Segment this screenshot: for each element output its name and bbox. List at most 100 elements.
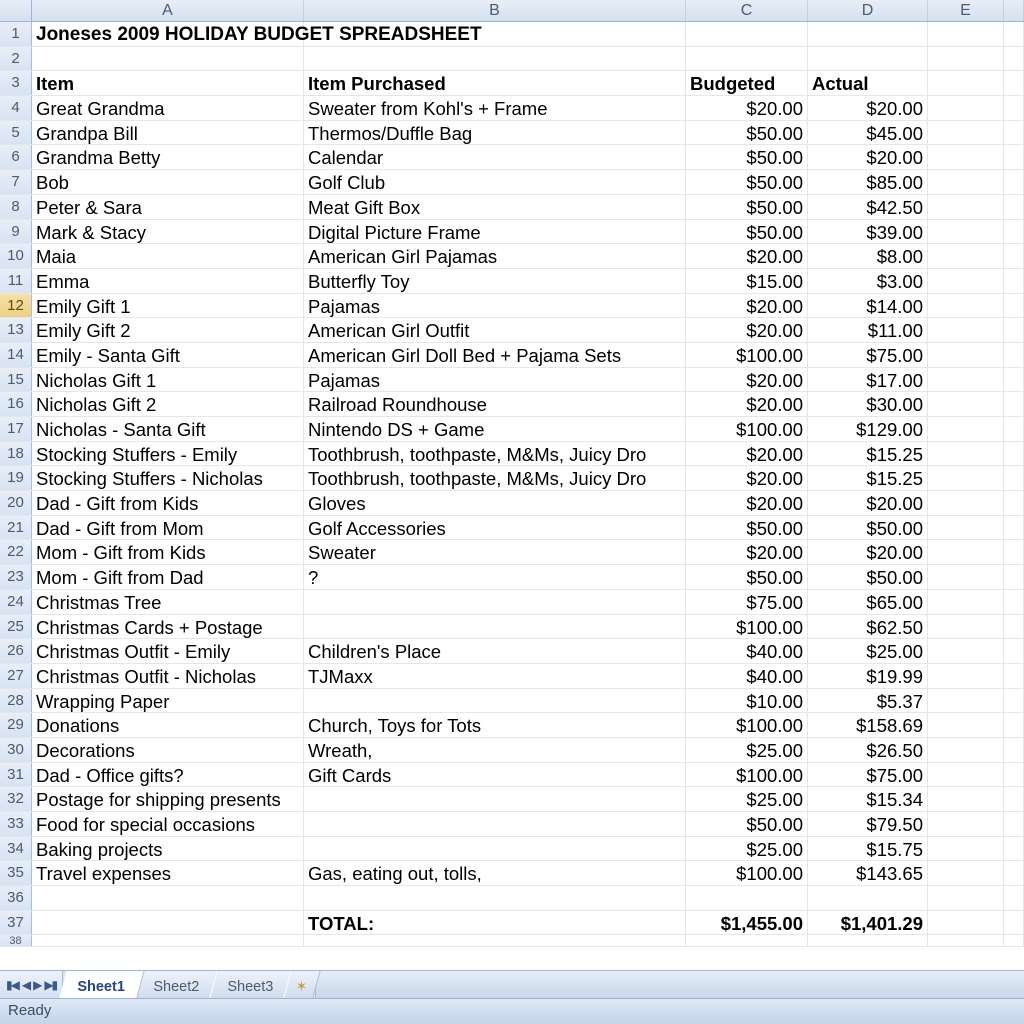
cell-actual[interactable]: $20.00 [808,96,928,120]
cell-budgeted[interactable]: $20.00 [686,540,808,564]
cell-purchased[interactable]: Gas, eating out, tolls, [304,861,686,885]
cell-actual[interactable]: $25.00 [808,639,928,663]
cell-budgeted[interactable]: $25.00 [686,738,808,762]
cell-item[interactable]: Nicholas - Santa Gift [32,417,304,441]
cell-item[interactable]: Christmas Cards + Postage [32,615,304,639]
cell-actual[interactable]: $75.00 [808,763,928,787]
cell-budgeted[interactable]: $10.00 [686,689,808,713]
cell-purchased[interactable]: Digital Picture Frame [304,220,686,244]
row-header[interactable]: 7 [0,170,32,194]
row-header[interactable]: 8 [0,195,32,219]
cell-actual[interactable]: $50.00 [808,565,928,589]
nav-prev-icon[interactable]: ◀ [22,978,29,992]
cell-actual[interactable]: $20.00 [808,491,928,515]
row-header[interactable]: 16 [0,392,32,416]
row-header[interactable]: 20 [0,491,32,515]
row-header[interactable]: 37 [0,911,32,935]
cell-actual[interactable]: $75.00 [808,343,928,367]
cell-budgeted[interactable]: $20.00 [686,466,808,490]
cell-purchased[interactable]: Toothbrush, toothpaste, M&Ms, Juicy Dro [304,466,686,490]
cell-purchased[interactable]: Meat Gift Box [304,195,686,219]
row-header[interactable]: 25 [0,615,32,639]
row-header[interactable]: 5 [0,121,32,145]
cell-purchased[interactable]: Gift Cards [304,763,686,787]
header-item[interactable]: Item [32,71,304,95]
cell-actual[interactable]: $11.00 [808,318,928,342]
cell-budgeted[interactable]: $50.00 [686,220,808,244]
row-header[interactable]: 33 [0,812,32,836]
cell-actual[interactable]: $26.50 [808,738,928,762]
cell-item[interactable]: Bob [32,170,304,194]
cell-budgeted[interactable]: $20.00 [686,392,808,416]
cell-budgeted[interactable]: $50.00 [686,121,808,145]
cell-item[interactable]: Emma [32,269,304,293]
total-actual[interactable]: $1,401.29 [808,911,928,935]
header-actual[interactable]: Actual [808,71,928,95]
cell-budgeted[interactable]: $20.00 [686,318,808,342]
row-header[interactable]: 18 [0,442,32,466]
row-header[interactable]: 21 [0,516,32,540]
row-header[interactable]: 15 [0,368,32,392]
cell-budgeted[interactable]: $20.00 [686,96,808,120]
row-header[interactable]: 38 [0,935,32,946]
nav-next-icon[interactable]: ▶ [33,978,40,992]
cell-actual[interactable]: $15.25 [808,442,928,466]
cell-purchased[interactable]: ? [304,565,686,589]
cell-actual[interactable]: $129.00 [808,417,928,441]
cell-purchased[interactable] [304,812,686,836]
cell-purchased[interactable] [304,590,686,614]
cell-item[interactable]: Maia [32,244,304,268]
cell-purchased[interactable] [304,615,686,639]
cell-purchased[interactable]: Nintendo DS + Game [304,417,686,441]
cell-budgeted[interactable]: $100.00 [686,343,808,367]
cell-purchased[interactable]: Pajamas [304,368,686,392]
row-header[interactable]: 17 [0,417,32,441]
total-budgeted[interactable]: $1,455.00 [686,911,808,935]
row-header[interactable]: 9 [0,220,32,244]
cell-budgeted[interactable]: $100.00 [686,615,808,639]
cell-purchased[interactable]: TJMaxx [304,664,686,688]
cell-actual[interactable]: $20.00 [808,540,928,564]
cell-actual[interactable]: $20.00 [808,145,928,169]
cell-item[interactable]: Christmas Tree [32,590,304,614]
cell-purchased[interactable]: American Girl Doll Bed + Pajama Sets [304,343,686,367]
cell-purchased[interactable]: Church, Toys for Tots [304,713,686,737]
cell-item[interactable]: Emily - Santa Gift [32,343,304,367]
cell-item[interactable]: Emily Gift 2 [32,318,304,342]
nav-first-icon[interactable]: ▮◀ [6,978,18,992]
cell-actual[interactable]: $14.00 [808,294,928,318]
cell-item[interactable]: Mark & Stacy [32,220,304,244]
header-purchased[interactable]: Item Purchased [304,71,686,95]
row-header[interactable]: 6 [0,145,32,169]
cell-budgeted[interactable]: $50.00 [686,170,808,194]
cell-purchased[interactable]: Butterfly Toy [304,269,686,293]
cell-purchased[interactable] [304,787,686,811]
row-header[interactable]: 29 [0,713,32,737]
cell-actual[interactable]: $45.00 [808,121,928,145]
cell-budgeted[interactable]: $100.00 [686,713,808,737]
cell-actual[interactable]: $3.00 [808,269,928,293]
cell-budgeted[interactable]: $75.00 [686,590,808,614]
cell-budgeted[interactable]: $20.00 [686,244,808,268]
column-header-D[interactable]: D [808,0,928,21]
row-header[interactable]: 35 [0,861,32,885]
cell-actual[interactable]: $39.00 [808,220,928,244]
tab-sheet3[interactable]: Sheet3 [209,971,292,998]
cell-budgeted[interactable]: $50.00 [686,565,808,589]
row-header[interactable]: 31 [0,763,32,787]
cell-budgeted[interactable]: $50.00 [686,812,808,836]
row-header[interactable]: 12 [0,294,32,318]
grid-body[interactable]: 1 Joneses 2009 HOLIDAY BUDGET SPREADSHEE… [0,22,1024,962]
cell-item[interactable]: Peter & Sara [32,195,304,219]
row-header[interactable]: 2 [0,47,32,71]
cell-budgeted[interactable]: $50.00 [686,516,808,540]
cell-purchased[interactable]: Golf Club [304,170,686,194]
cell-budgeted[interactable]: $15.00 [686,269,808,293]
row-header[interactable]: 4 [0,96,32,120]
cell-item[interactable]: Grandpa Bill [32,121,304,145]
cell-actual[interactable]: $85.00 [808,170,928,194]
cell-budgeted[interactable]: $25.00 [686,837,808,861]
cell-actual[interactable]: $158.69 [808,713,928,737]
row-header[interactable]: 11 [0,269,32,293]
cell-purchased[interactable]: Pajamas [304,294,686,318]
